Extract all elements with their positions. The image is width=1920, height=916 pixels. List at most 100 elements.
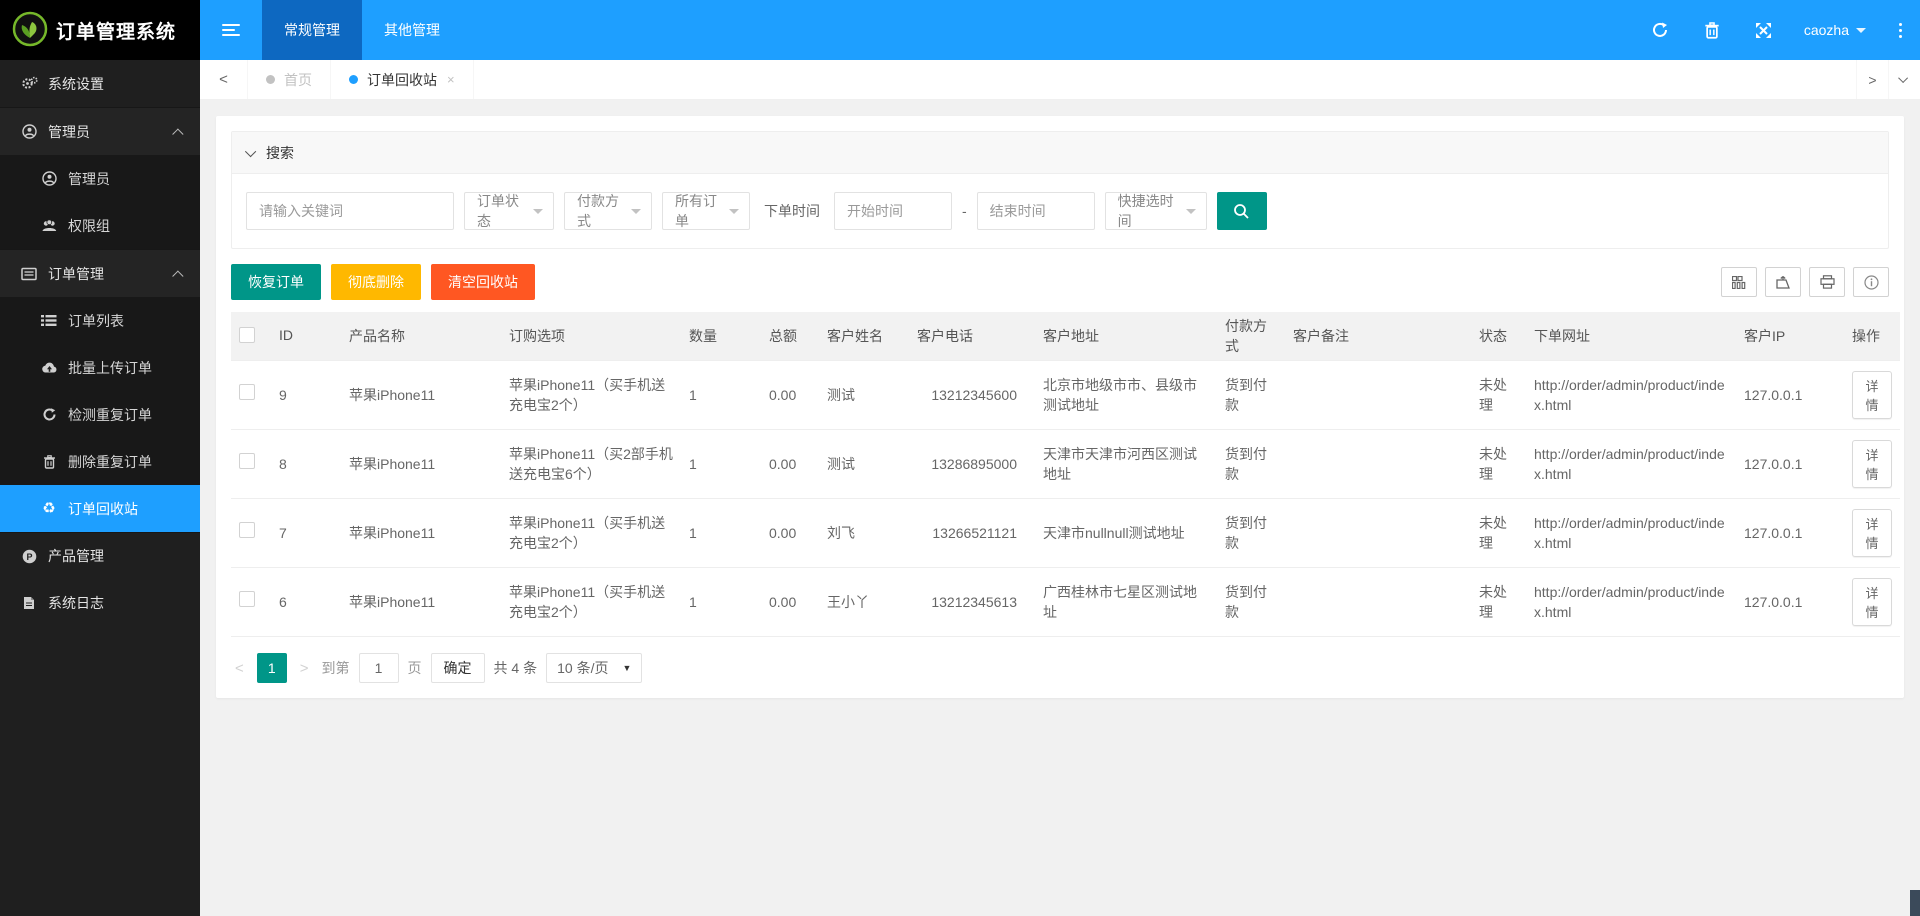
page-number-button[interactable]: 1 (257, 653, 287, 683)
order-status-select[interactable]: 订单状态 (464, 192, 554, 230)
quick-time-select[interactable]: 快捷选时间 (1105, 192, 1207, 230)
payment-method-select[interactable]: 付款方式 (564, 192, 652, 230)
printer-icon (1820, 275, 1835, 289)
sidebar-item-order-management[interactable]: 订单管理 (0, 250, 200, 297)
user-menu[interactable]: caozha (1790, 0, 1880, 60)
sidebar-item-label: 系统日志 (48, 593, 104, 613)
sidebar-collapse-button[interactable] (200, 0, 262, 60)
goto-page-input[interactable] (359, 653, 399, 683)
cell-remark (1285, 499, 1471, 568)
sidebar-item-admin[interactable]: 管理员 (0, 108, 200, 155)
content-area: 搜索 订单状态 付款方式 所有订单 (200, 100, 1920, 916)
sidebar-item-order-recycle-bin[interactable]: ♻ 订单回收站 (0, 485, 200, 532)
sidebar-item-permission-groups[interactable]: 权限组 (0, 202, 200, 249)
tab-home[interactable]: 首页 (248, 60, 331, 99)
tabs-scroll-right-button[interactable]: > (1856, 60, 1888, 99)
detail-button[interactable]: 详情 (1852, 440, 1892, 488)
product-icon: P (20, 548, 38, 564)
cell-payment: 货到付款 (1217, 499, 1285, 568)
sidebar-item-label: 检测重复订单 (68, 405, 152, 425)
cell-ip: 127.0.0.1 (1736, 361, 1844, 430)
cell-option: 苹果iPhone11（买手机送充电宝2个） (501, 568, 681, 637)
cell-url: http://order/admin/product/index.html (1526, 499, 1736, 568)
status-badge: 未处理 (1471, 430, 1526, 499)
app-logo[interactable]: 订单管理系统 (0, 0, 200, 60)
cell-product: 苹果iPhone11 (341, 430, 501, 499)
scrollbar-thumb[interactable] (1910, 890, 1920, 916)
topnav-tab-other[interactable]: 其他管理 (362, 0, 462, 60)
cell-product: 苹果iPhone11 (341, 361, 501, 430)
sidebar-item-product-management[interactable]: P 产品管理 (0, 532, 200, 579)
page-size-select[interactable]: 10 条/页 ▼ (546, 653, 642, 683)
restore-orders-button[interactable]: 恢复订单 (231, 264, 321, 300)
cell-id: 7 (271, 499, 341, 568)
chevron-down-icon (1186, 209, 1196, 219)
end-time-input[interactable] (977, 192, 1095, 230)
next-page-button[interactable]: > (296, 660, 313, 677)
sidebar-item-bulk-upload-orders[interactable]: 批量上传订单 (0, 344, 200, 391)
detail-button[interactable]: 详情 (1852, 509, 1892, 557)
hamburger-icon (222, 21, 240, 39)
col-header-url: 下单网址 (1526, 312, 1736, 361)
refresh-button[interactable] (1634, 0, 1686, 60)
select-all-checkbox[interactable] (239, 327, 255, 343)
close-icon[interactable]: × (447, 72, 455, 87)
topnav-tab-general[interactable]: 常规管理 (262, 0, 362, 60)
columns-grid-icon (1732, 276, 1747, 289)
row-checkbox[interactable] (239, 453, 255, 469)
export-button[interactable] (1765, 267, 1801, 297)
cloud-upload-icon (40, 360, 58, 376)
row-checkbox[interactable] (239, 522, 255, 538)
info-button[interactable] (1853, 267, 1889, 297)
cell-address: 北京市地级市市、县级市测试地址 (1035, 361, 1217, 430)
detail-button[interactable]: 详情 (1852, 578, 1892, 626)
cell-url: http://order/admin/product/index.html (1526, 361, 1736, 430)
tab-order-recycle-bin[interactable]: 订单回收站 × (331, 60, 474, 99)
tabs-menu-button[interactable] (1888, 60, 1920, 99)
sidebar-item-admin-users[interactable]: 管理员 (0, 155, 200, 202)
print-button[interactable] (1809, 267, 1845, 297)
sidebar-item-system-settings[interactable]: 系统设置 (0, 60, 200, 107)
sidebar-item-detect-duplicate-orders[interactable]: 检测重复订单 (0, 391, 200, 438)
cell-phone: 13212345613 (909, 568, 1035, 637)
admin-icon (20, 124, 38, 140)
sidebar-item-label: 批量上传订单 (68, 358, 152, 378)
orders-table: ID 产品名称 订购选项 数量 总额 客户姓名 客户电话 客户地址 付款方式 客… (231, 312, 1900, 637)
row-checkbox[interactable] (239, 591, 255, 607)
tab-label: 订单回收站 (367, 70, 437, 90)
keyword-input[interactable] (246, 192, 454, 230)
list-icon (40, 313, 58, 329)
permanent-delete-button[interactable]: 彻底删除 (331, 264, 421, 300)
topbar: 常规管理 其他管理 (200, 0, 1920, 60)
start-time-input[interactable] (834, 192, 952, 230)
col-header-id[interactable]: ID (271, 312, 341, 361)
sidebar-item-delete-duplicate-orders[interactable]: 删除重复订单 (0, 438, 200, 485)
cell-address: 天津市nullnull测试地址 (1035, 499, 1217, 568)
detail-button[interactable]: 详情 (1852, 371, 1892, 419)
fullscreen-button[interactable] (1738, 0, 1790, 60)
sidebar-item-system-log[interactable]: 系统日志 (0, 579, 200, 626)
col-header-remark: 客户备注 (1285, 312, 1471, 361)
cell-remark (1285, 568, 1471, 637)
export-icon (1776, 275, 1791, 289)
search-panel-header[interactable]: 搜索 (232, 132, 1888, 174)
chevron-down-icon (729, 209, 739, 219)
row-checkbox[interactable] (239, 384, 255, 400)
goto-confirm-button[interactable]: 确定 (431, 653, 485, 683)
columns-filter-button[interactable] (1721, 267, 1757, 297)
cell-id: 9 (271, 361, 341, 430)
prev-page-button[interactable]: < (231, 660, 248, 677)
user-icon (40, 171, 58, 187)
app-root: 订单管理系统 系统设置 (0, 0, 1920, 916)
sort-icon[interactable] (299, 327, 307, 345)
empty-recycle-bin-button[interactable]: 清空回收站 (431, 264, 535, 300)
chevron-down-icon (631, 209, 641, 219)
trash-button[interactable] (1686, 0, 1738, 60)
cell-name: 测试 (819, 430, 909, 499)
all-orders-select[interactable]: 所有订单 (662, 192, 750, 230)
tabs-scroll-left-button[interactable]: < (200, 60, 248, 99)
sidebar-item-order-list[interactable]: 订单列表 (0, 297, 200, 344)
goto-label: 到第 (322, 658, 350, 678)
search-button[interactable] (1217, 192, 1267, 230)
more-options-button[interactable] (1880, 0, 1920, 60)
